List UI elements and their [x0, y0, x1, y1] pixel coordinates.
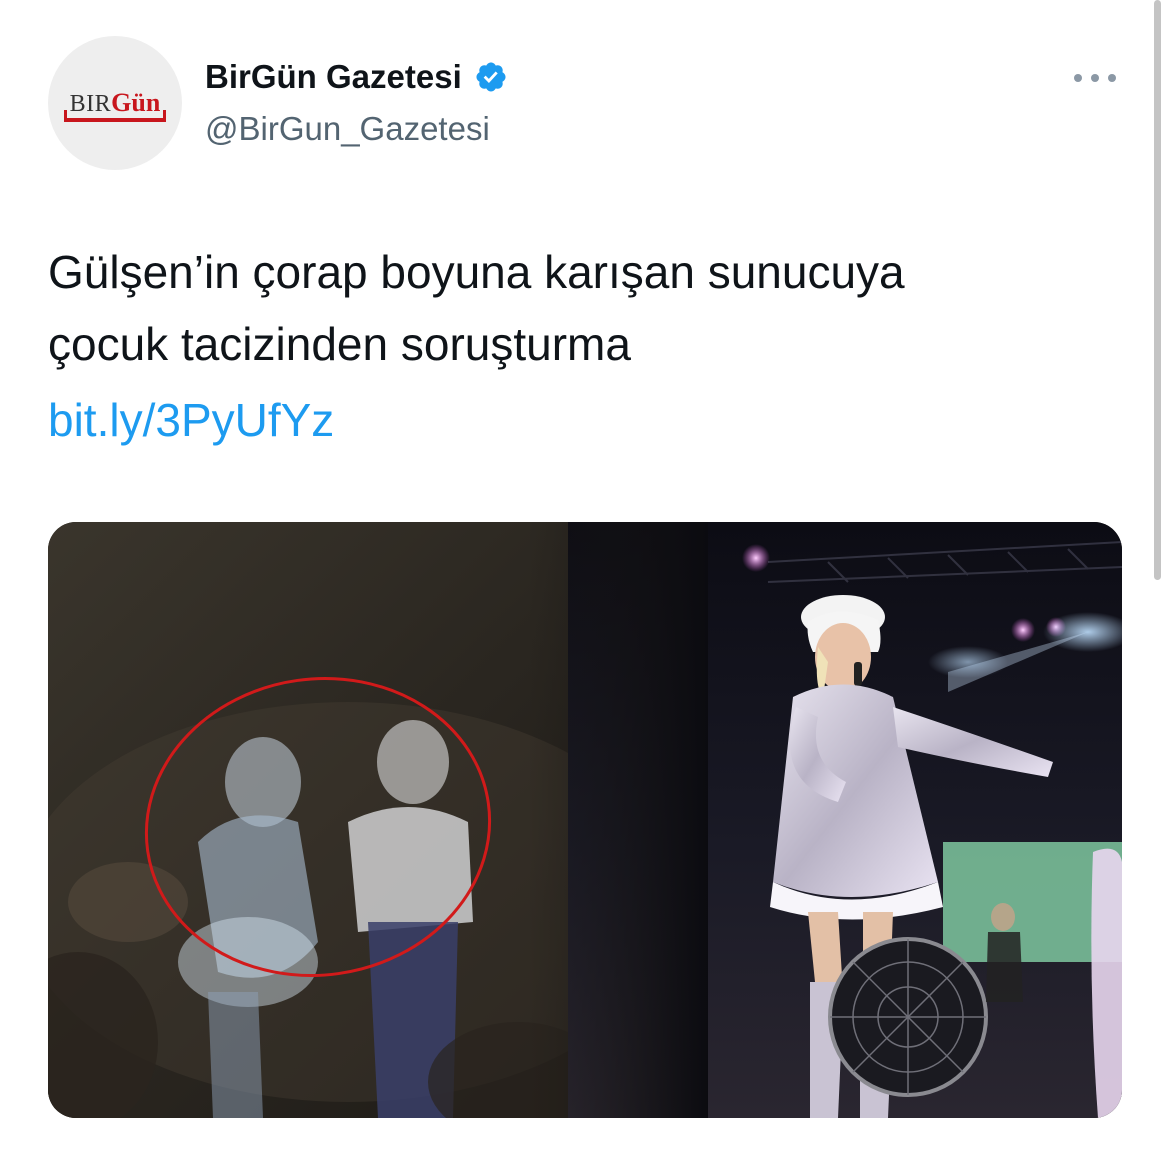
tweet-text-line: çocuk tacizinden soruşturma: [48, 318, 631, 370]
tweet-media-image[interactable]: [48, 522, 1122, 1118]
more-options-icon[interactable]: [1070, 66, 1120, 90]
tweet-text: Gülşen’in çorap boyuna karışan sunucuya …: [48, 236, 1128, 380]
verified-badge-icon: [476, 62, 506, 92]
media-illustration: [48, 522, 1122, 1118]
author-handle[interactable]: @BirGun_Gazetesi: [205, 110, 490, 148]
scrollbar[interactable]: [1154, 0, 1161, 580]
logo-suffix: Gün: [111, 88, 161, 117]
tweet-text-line: Gülşen’in çorap boyuna karışan sunucuya: [48, 246, 905, 298]
author-display-name[interactable]: BirGün Gazetesi: [205, 58, 462, 96]
logo-prefix: BIR: [69, 91, 112, 117]
logo-tick-right: [163, 110, 167, 122]
birgun-logo: BIRGün: [63, 88, 167, 122]
avatar[interactable]: BIRGün: [48, 36, 182, 170]
tweet-link[interactable]: bit.ly/3PyUfYz: [48, 384, 334, 456]
author-name-row[interactable]: BirGün Gazetesi: [205, 58, 508, 96]
logo-underline: [63, 118, 167, 122]
logo-tick-left: [63, 110, 67, 122]
